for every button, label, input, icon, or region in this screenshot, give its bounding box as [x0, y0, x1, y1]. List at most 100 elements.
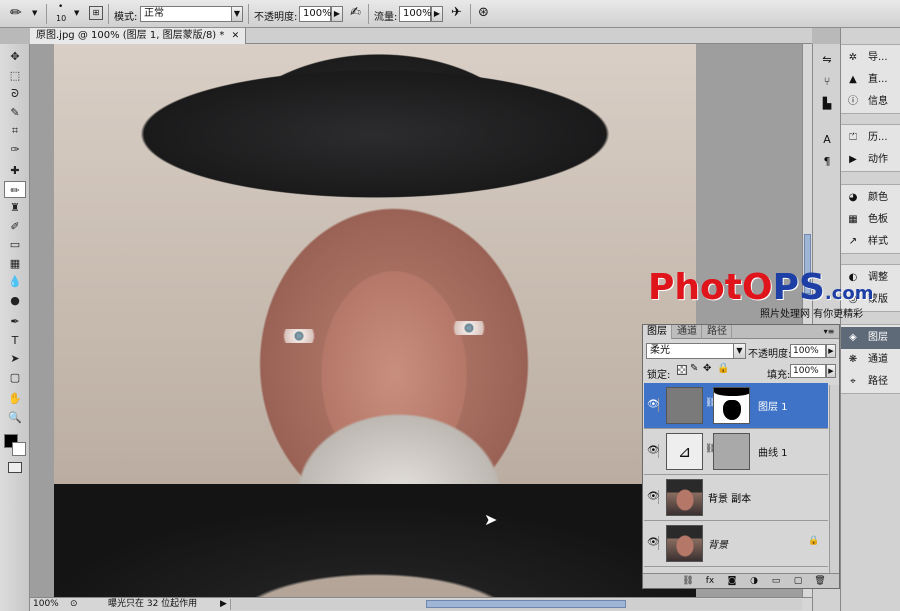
lock-transparent-icon[interactable] — [677, 365, 687, 375]
quick-select-icon[interactable]: ✎ — [4, 104, 26, 121]
brush-panel-toggle-icon[interactable]: ⊞ — [89, 6, 103, 20]
pen-icon[interactable]: ✒ — [4, 313, 26, 330]
brush-picker-dropdown-icon[interactable]: ▼ — [74, 9, 79, 17]
group-icon[interactable]: ▭ — [769, 575, 783, 587]
fill-arrow-icon[interactable]: ▶ — [826, 364, 836, 378]
new-layer-icon[interactable]: ▢ — [791, 575, 805, 587]
tab-layers[interactable]: 图层 — [643, 325, 672, 339]
dodge-icon[interactable]: ● — [4, 292, 26, 309]
dock-item-styles[interactable]: ↗ 样式 — [841, 231, 900, 253]
paragraph-icon[interactable]: ¶ — [819, 154, 835, 170]
lasso-icon[interactable]: ᘐ — [4, 85, 26, 102]
marquee-icon[interactable]: ⬚ — [4, 67, 26, 84]
mode-select-dropdown-icon[interactable]: ▼ — [231, 6, 243, 22]
tool-preset-dropdown-icon[interactable]: ▼ — [32, 9, 37, 17]
dock-item-histogram[interactable]: ▲ 直... — [841, 69, 900, 91]
blend-mode-dropdown-icon[interactable]: ▼ — [733, 344, 745, 358]
canvas-horizontal-scrollbar[interactable] — [230, 599, 802, 610]
layer-name[interactable]: 背景 — [708, 536, 728, 551]
airbrush-icon[interactable]: ✈ — [451, 5, 462, 20]
layer-opacity-input[interactable]: 100% — [790, 344, 826, 358]
tablet-pressure-icon[interactable]: ⊛ — [478, 5, 489, 20]
canvas-horizontal-scroll-thumb[interactable] — [426, 600, 626, 608]
dock-item-channels[interactable]: ❋ 通道 — [841, 349, 900, 371]
crop-icon[interactable]: ⌗ — [4, 122, 26, 139]
lock-all-icon[interactable]: 🔒 — [717, 363, 729, 374]
status-zoom[interactable]: 100% — [33, 598, 59, 611]
hand-icon[interactable]: ✋ — [4, 390, 26, 407]
navigator-icon[interactable]: ⇋ — [819, 52, 835, 68]
curves-adjustment-icon[interactable]: ⊿ — [666, 433, 703, 470]
dock-item-navigator[interactable]: ✲ 导... — [841, 47, 900, 69]
airbrush-pressure-icon[interactable]: ✍ — [350, 5, 361, 20]
layer-mask-thumbnail[interactable] — [713, 387, 750, 424]
flow-input[interactable]: 100% — [399, 6, 432, 22]
layer-thumbnail[interactable] — [666, 525, 703, 562]
brush-preview-icon[interactable]: • — [58, 2, 63, 12]
layer-row-layer1[interactable]: 👁 ⛓ 图层 1 — [644, 383, 828, 429]
document-tab[interactable]: 原图.jpg @ 100% (图层 1, 图层蒙版/8) * ✕ — [30, 28, 247, 44]
trash-icon[interactable]: 🗑 — [813, 575, 827, 587]
dock-item-layers[interactable]: ◈ 图层 — [841, 327, 900, 349]
brush-tool-icon[interactable]: ✏ — [10, 5, 22, 21]
gradient-icon[interactable]: ▦ — [4, 255, 26, 272]
status-info-icon[interactable]: ⊙ — [70, 598, 78, 611]
quick-mask-icon[interactable] — [8, 462, 22, 473]
shape-icon[interactable]: ▢ — [4, 369, 26, 386]
layer-name[interactable]: 曲线 1 — [758, 444, 788, 459]
lock-image-icon[interactable]: ✎ — [690, 363, 698, 374]
histogram-icon[interactable]: ⑂ — [819, 74, 835, 90]
lock-position-icon[interactable]: ✥ — [703, 363, 711, 374]
layer-row-curves1[interactable]: 👁 ⊿ ⛓ 曲线 1 — [644, 429, 828, 475]
type-icon[interactable]: T — [4, 332, 26, 349]
dock-item-paths[interactable]: ⌖ 路径 — [841, 371, 900, 393]
dock-item-swatches[interactable]: ▦ 色板 — [841, 209, 900, 231]
dock-item-actions[interactable]: ▶ 动作 — [841, 149, 900, 171]
layer-mask-thumbnail[interactable] — [713, 433, 750, 470]
zoom-icon[interactable]: 🔍 — [4, 409, 26, 426]
eye-icon[interactable]: 👁 — [647, 398, 660, 412]
dock-item-history[interactable]: ⏍ 历... — [841, 127, 900, 149]
link-icon[interactable]: ⛓ — [681, 575, 695, 587]
path-select-icon[interactable]: ➤ — [4, 350, 26, 367]
layer-row-background[interactable]: 👁 背景 🔒 — [644, 521, 828, 567]
layer-name[interactable]: 背景 副本 — [708, 490, 751, 505]
tab-paths[interactable]: 路径 — [703, 325, 732, 339]
character-icon[interactable]: A — [819, 132, 835, 148]
close-icon[interactable]: ✕ — [232, 31, 240, 41]
layer-row-background-copy[interactable]: 👁 背景 副本 — [644, 475, 828, 521]
info-icon[interactable]: ▙ — [819, 96, 835, 112]
blend-mode-select[interactable]: 柔光 ▼ — [646, 343, 746, 359]
fill-input[interactable]: 100% — [790, 364, 826, 378]
clone-stamp-icon[interactable]: ♜ — [4, 199, 26, 216]
background-color-swatch[interactable] — [12, 442, 26, 456]
eye-icon[interactable]: 👁 — [647, 536, 660, 550]
mode-select[interactable]: 正常 — [140, 6, 232, 22]
layer-opacity-arrow-icon[interactable]: ▶ — [826, 344, 836, 358]
eye-icon[interactable]: 👁 — [647, 444, 660, 458]
layer-thumbnail[interactable] — [666, 387, 703, 424]
opacity-input[interactable]: 100% — [299, 6, 332, 22]
history-brush-icon[interactable]: ✐ — [4, 218, 26, 235]
blur-icon[interactable]: 💧 — [4, 273, 26, 290]
dock-item-info[interactable]: ⓘ 信息 — [841, 91, 900, 113]
layer-thumbnail[interactable] — [666, 479, 703, 516]
flow-slider-arrow-icon[interactable]: ▶ — [431, 6, 443, 22]
layer-name[interactable]: 图层 1 — [758, 398, 788, 413]
opacity-slider-arrow-icon[interactable]: ▶ — [331, 6, 343, 22]
fx-icon[interactable]: fx — [703, 575, 717, 587]
portrait-photo[interactable]: ➤ — [54, 44, 696, 597]
eraser-icon[interactable]: ▭ — [4, 236, 26, 253]
brush-icon[interactable]: ✏ — [4, 180, 26, 198]
eyedropper-icon[interactable]: ✑ — [4, 141, 26, 158]
dock-item-color[interactable]: ◕ 颜色 — [841, 187, 900, 209]
layers-scrollbar[interactable] — [829, 385, 839, 575]
status-menu-arrow-icon[interactable]: ▶ — [220, 598, 227, 611]
tab-channels[interactable]: 通道 — [673, 325, 702, 339]
mask-icon[interactable]: ◙ — [725, 575, 739, 587]
move-icon[interactable]: ✥ — [4, 48, 26, 65]
healing-icon[interactable]: ✚ — [4, 162, 26, 179]
panel-menu-icon[interactable]: ▾≡ — [822, 326, 836, 337]
adjustment-icon[interactable]: ◑ — [747, 575, 761, 587]
eye-icon[interactable]: 👁 — [647, 490, 660, 504]
